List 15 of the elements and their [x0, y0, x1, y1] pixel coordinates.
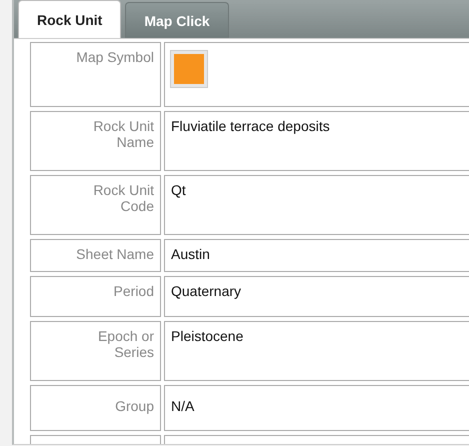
field-value: Quaternary: [171, 283, 242, 299]
field-label: Sheet Name: [76, 246, 154, 262]
field-value: N/A: [171, 398, 194, 414]
field-label: Rock Unit Code: [92, 182, 154, 214]
field-value: Fluviatile terrace deposits: [171, 118, 330, 134]
field-label: Map Symbol: [76, 49, 154, 65]
field-value: Pleistocene: [171, 328, 244, 344]
field-value: Austin: [171, 246, 210, 262]
field-label: Epoch or Series: [96, 328, 154, 360]
field-label: Group: [115, 398, 154, 414]
tab[interactable]: Rock Unit: [18, 0, 122, 38]
field-label: Period: [114, 283, 154, 299]
field-value: Qt: [171, 182, 186, 198]
field-label: Rock Unit Name: [92, 118, 154, 150]
tab[interactable]: Map Click: [125, 2, 229, 38]
